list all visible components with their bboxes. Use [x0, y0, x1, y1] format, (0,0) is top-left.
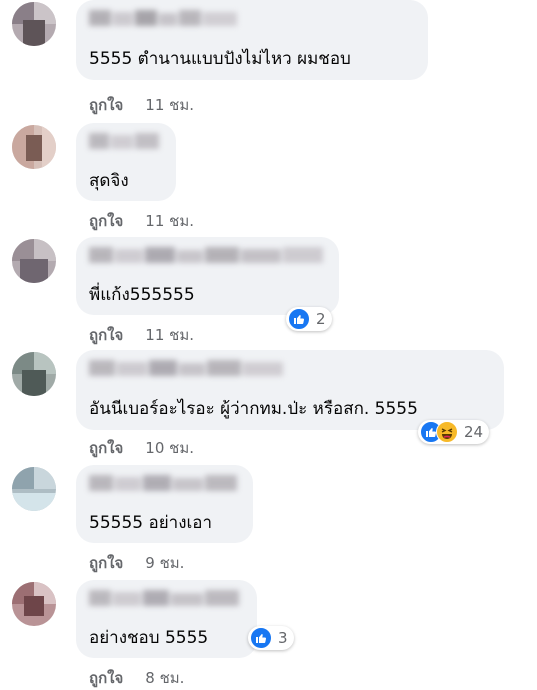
comment-bubble: อย่างชอบ 5555 [76, 580, 257, 658]
comment-item: อันนีเบอร์อะไรอะ ผู้ว่ากทม.ป่ะ หรือสก. 5… [0, 350, 537, 465]
timestamp[interactable]: 9 ชม. [145, 554, 184, 572]
reaction-summary[interactable]: 2 [286, 307, 332, 331]
avatar-image [12, 352, 56, 396]
comment-text: สุดจิง [89, 171, 129, 191]
thumbs-up-icon [288, 308, 310, 330]
reaction-count: 24 [464, 423, 484, 441]
comment-text: 5555 ตำนานแบบปังไม่ไหว ผมชอบ [89, 49, 351, 69]
comment-bubble: 5555 ตำนานแบบปังไม่ไหว ผมชอบ [76, 0, 428, 80]
comment-item: 5555 ตำนานแบบปังไม่ไหว ผมชอบ ถูกใจ 11 ชม. [0, 0, 537, 115]
commenter-name-blurred[interactable] [89, 10, 239, 26]
comment-bubble: สุดจิง [76, 123, 176, 201]
avatar[interactable] [12, 582, 56, 626]
avatar-image [12, 239, 56, 283]
comment-text: อย่างชอบ 5555 [89, 628, 209, 648]
reaction-summary[interactable]: 24 [418, 420, 490, 444]
comment-item: พี่แก้ง555555 2 ถูกใจ 11 ชม. [0, 237, 537, 349]
like-button[interactable]: ถูกใจ [89, 669, 123, 687]
commenter-name-blurred[interactable] [89, 247, 324, 263]
comment-bubble: 55555 อย่างเอา [76, 465, 253, 543]
timestamp[interactable]: 11 ชม. [145, 326, 194, 344]
commenter-name-blurred[interactable] [89, 590, 239, 606]
like-button[interactable]: ถูกใจ [89, 554, 123, 572]
timestamp[interactable]: 11 ชม. [145, 212, 194, 230]
like-button[interactable]: ถูกใจ [89, 212, 123, 230]
timestamp[interactable]: 10 ชม. [145, 439, 194, 457]
avatar[interactable] [12, 125, 56, 169]
avatar[interactable] [12, 239, 56, 283]
commenter-name-blurred[interactable] [89, 475, 237, 491]
timestamp[interactable]: 11 ชม. [145, 96, 194, 114]
comment-actions: ถูกใจ 11 ชม. [89, 209, 194, 233]
avatar[interactable] [12, 2, 56, 46]
avatar[interactable] [12, 352, 56, 396]
comment-actions: ถูกใจ 11 ชม. [89, 93, 194, 117]
reaction-count: 2 [316, 310, 326, 328]
commenter-name-blurred[interactable] [89, 360, 284, 376]
comment-actions: ถูกใจ 10 ชม. [89, 436, 194, 460]
comment-actions: ถูกใจ 8 ชม. [89, 666, 184, 690]
comment-text: อันนีเบอร์อะไรอะ ผู้ว่ากทม.ป่ะ หรือสก. 5… [89, 399, 418, 419]
comment-item: 55555 อย่างเอา ถูกใจ 9 ชม. [0, 465, 537, 575]
reaction-count: 3 [278, 629, 288, 647]
avatar-image [12, 582, 56, 626]
avatar-image [12, 125, 56, 169]
thumbs-up-icon [250, 627, 272, 649]
comment-item: อย่างชอบ 5555 3 ถูกใจ 8 ชม. [0, 580, 537, 689]
avatar-image [12, 2, 56, 46]
comment-text: 55555 อย่างเอา [89, 513, 213, 533]
commenter-name-blurred[interactable] [89, 133, 159, 149]
haha-icon [436, 421, 458, 443]
comment-actions: ถูกใจ 9 ชม. [89, 551, 184, 575]
comment-bubble: อันนีเบอร์อะไรอะ ผู้ว่ากทม.ป่ะ หรือสก. 5… [76, 350, 504, 430]
avatar[interactable] [12, 467, 56, 511]
comment-actions: ถูกใจ 11 ชม. [89, 323, 194, 347]
comment-text: พี่แก้ง555555 [89, 285, 195, 305]
like-button[interactable]: ถูกใจ [89, 326, 123, 344]
reaction-summary[interactable]: 3 [248, 626, 294, 650]
comment-item: สุดจิง ถูกใจ 11 ชม. [0, 123, 537, 233]
like-button[interactable]: ถูกใจ [89, 96, 123, 114]
like-button[interactable]: ถูกใจ [89, 439, 123, 457]
timestamp[interactable]: 8 ชม. [145, 669, 184, 687]
avatar-image [12, 467, 56, 511]
comment-bubble: พี่แก้ง555555 [76, 237, 339, 315]
